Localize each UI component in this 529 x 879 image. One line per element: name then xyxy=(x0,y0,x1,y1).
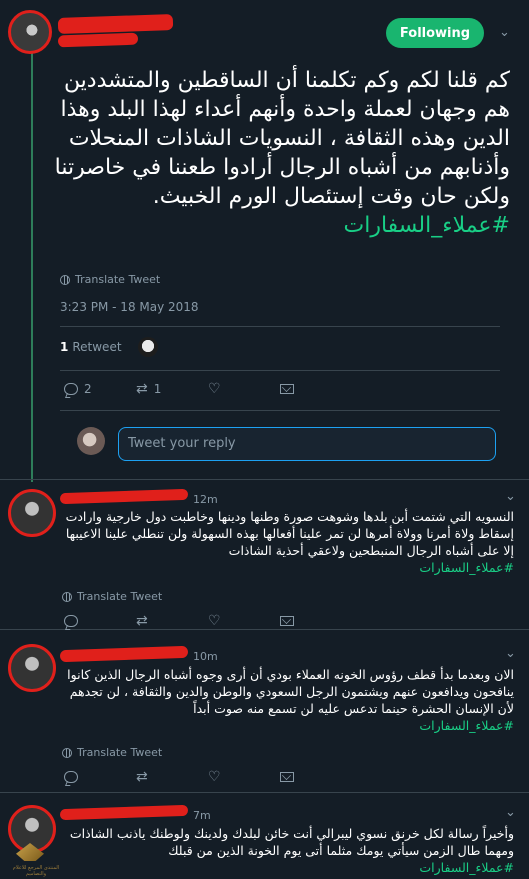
retweet-stat-label: Retweet xyxy=(72,340,122,354)
redacted-reply-author xyxy=(59,804,189,821)
main-tweet-body: كم قلنا لكم وكم تكلمنا أن الساقطين والمت… xyxy=(54,68,510,209)
retweeter-avatar[interactable] xyxy=(138,337,158,357)
reply-actions: ⇄ ♡ xyxy=(64,770,352,784)
reply-icon xyxy=(64,383,78,395)
globe-icon xyxy=(60,274,70,285)
direct-message-action[interactable] xyxy=(280,616,352,626)
redacted-author-name xyxy=(57,13,174,35)
heart-icon: ♡ xyxy=(208,613,221,629)
like-action[interactable]: ♡ xyxy=(208,382,280,396)
reply-text: وأخيراً رسالة لكل خرنق نسوي ليبرالي أنت … xyxy=(62,825,514,876)
reply-time[interactable]: 12m xyxy=(193,493,218,506)
heart-icon: ♡ xyxy=(208,769,221,785)
chevron-down-icon[interactable]: ⌄ xyxy=(505,489,516,504)
reply-action[interactable]: 2 xyxy=(64,382,136,396)
translate-label: Translate Tweet xyxy=(77,746,163,759)
following-button[interactable]: Following xyxy=(386,18,484,48)
current-user-avatar xyxy=(77,427,105,455)
retweet-icon: ⇄ xyxy=(136,769,148,785)
reply-body: الان وبعدما بدأ قطف رؤوس الخونه العملاء … xyxy=(67,667,514,716)
reply-divider xyxy=(60,410,500,411)
retweet-action-count: 1 xyxy=(153,382,162,396)
tweet-thread-page: Following ⌄ كم قلنا لكم وكم تكلمنا أن ال… xyxy=(0,0,529,879)
globe-icon xyxy=(62,747,72,758)
reply-time[interactable]: 10m xyxy=(193,650,218,663)
reply-hashtag[interactable]: #عملاء_السفارات xyxy=(62,559,514,576)
heart-icon: ♡ xyxy=(208,381,221,397)
like-action[interactable]: ♡ xyxy=(208,770,280,784)
direct-message-action[interactable] xyxy=(280,384,352,394)
direct-message-icon xyxy=(280,772,294,782)
reply-body: النسويه التي شتمت أبن بلدها وشوهت صورة و… xyxy=(65,509,514,558)
reply-author-avatar[interactable] xyxy=(8,644,56,692)
reply-tweet[interactable]: 7m ⌄ وأخيراً رسالة لكل خرنق نسوي ليبرالي… xyxy=(0,797,529,879)
retweet-icon: ⇄ xyxy=(136,613,148,629)
retweet-action[interactable]: ⇄ xyxy=(136,770,208,784)
translate-tweet-link[interactable]: Translate Tweet xyxy=(62,590,162,603)
stats-divider-top xyxy=(60,326,500,327)
tweet-timestamp[interactable]: 3:23 PM - 18 May 2018 xyxy=(60,300,199,314)
reply-hashtag[interactable]: #عملاء_السفارات xyxy=(62,859,514,876)
main-tweet-text: كم قلنا لكم وكم تكلمنا أن الساقطين والمت… xyxy=(40,66,510,240)
reply-icon xyxy=(64,771,78,783)
chevron-down-icon[interactable]: ⌄ xyxy=(505,805,516,820)
chevron-down-icon[interactable]: ⌄ xyxy=(505,646,516,661)
main-tweet: Following ⌄ كم قلنا لكم وكم تكلمنا أن ال… xyxy=(0,0,529,480)
reply-actions: ⇄ ♡ xyxy=(64,614,352,628)
translate-tweet-link[interactable]: Translate Tweet xyxy=(62,746,162,759)
reply-action[interactable] xyxy=(64,771,136,783)
reply-hashtag[interactable]: #عملاء_السفارات xyxy=(62,717,514,734)
main-tweet-hashtag[interactable]: #عملاء_السفارات xyxy=(40,211,510,240)
reply-text: الان وبعدما بدأ قطف رؤوس الخونه العملاء … xyxy=(62,666,514,734)
translate-label: Translate Tweet xyxy=(77,590,163,603)
reply-icon xyxy=(64,615,78,627)
reply-body: وأخيراً رسالة لكل خرنق نسوي ليبرالي أنت … xyxy=(69,826,514,858)
reply-tweet[interactable]: 10m ⌄ الان وبعدما بدأ قطف رؤوس الخونه ال… xyxy=(0,634,529,793)
redacted-author-handle xyxy=(57,32,139,48)
reply-count: 2 xyxy=(84,382,92,396)
reply-time[interactable]: 7m xyxy=(193,809,211,822)
author-avatar[interactable] xyxy=(8,10,52,54)
watermark-text: المنتدى المرجع للاعلام والتصاميم xyxy=(12,865,60,877)
translate-label: Translate Tweet xyxy=(75,273,161,286)
reply-action[interactable] xyxy=(64,615,136,627)
retweet-count: 1 xyxy=(60,340,69,354)
reply-input[interactable]: Tweet your reply xyxy=(118,427,496,461)
reply-author-avatar[interactable] xyxy=(8,489,56,537)
redacted-reply-author xyxy=(59,645,189,663)
direct-message-icon xyxy=(280,616,294,626)
redacted-reply-author xyxy=(59,488,189,505)
globe-icon xyxy=(62,591,72,602)
direct-message-action[interactable] xyxy=(280,772,352,782)
reply-tweet[interactable]: 12m ⌄ النسويه التي شتمت أبن بلدها وشوهت … xyxy=(0,481,529,630)
retweet-action[interactable]: ⇄ 1 xyxy=(136,382,208,396)
retweet-icon: ⇄ xyxy=(136,381,148,397)
direct-message-icon xyxy=(280,384,294,394)
translate-tweet-link[interactable]: Translate Tweet xyxy=(60,273,160,286)
retweet-stats[interactable]: 1 Retweet xyxy=(60,340,122,354)
like-action[interactable]: ♡ xyxy=(208,614,280,628)
reply-text: النسويه التي شتمت أبن بلدها وشوهت صورة و… xyxy=(62,508,514,576)
chevron-down-icon[interactable]: ⌄ xyxy=(499,25,510,40)
stats-divider-bottom xyxy=(60,370,500,371)
retweet-action[interactable]: ⇄ xyxy=(136,614,208,628)
main-tweet-actions: 2 ⇄ 1 ♡ xyxy=(64,382,352,396)
